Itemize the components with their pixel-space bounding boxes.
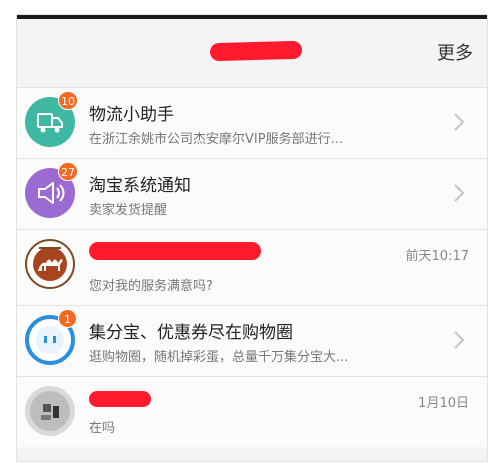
- conversation-title: 集分宝、优惠券尽在购物圈: [89, 323, 293, 343]
- redacted-shop-name: [89, 242, 261, 260]
- unread-badge: 1: [58, 309, 77, 328]
- chevron-right-icon: [454, 184, 465, 202]
- conversation-title: 物流小助手: [89, 105, 174, 125]
- chevron-right-icon: [454, 331, 465, 349]
- conversation-time: 1月10日: [418, 396, 469, 411]
- list-item-friend[interactable]: 1月10日 在吗: [17, 376, 487, 447]
- redacted-friend-name: [89, 391, 151, 407]
- status-strip: [17, 15, 487, 19]
- list-item-jifenbao[interactable]: 1 集分宝、优惠券尽在购物圈 逛购物圈，随机掉彩蛋，总量千万集分宝大...: [17, 305, 487, 376]
- more-button[interactable]: 更多: [437, 39, 473, 65]
- unread-badge: 10: [58, 91, 78, 110]
- conversation-title: 淘宝系统通知: [89, 176, 191, 196]
- list-item-system-notice[interactable]: 27 淘宝系统通知 卖家发货提醒: [17, 158, 487, 229]
- list-item-logistics[interactable]: 10 物流小助手 在浙江余姚市公司杰安摩尔VIP服务部进行...: [17, 87, 487, 158]
- user-photo-icon: [25, 386, 75, 436]
- conversation-preview: 卖家发货提醒: [89, 203, 168, 218]
- navigation-bar: 更多: [17, 15, 487, 87]
- message-list: 10 物流小助手 在浙江余姚市公司杰安摩尔VIP服务部进行... 27 淘宝系统…: [17, 87, 487, 447]
- conversation-time: 前天10:17: [405, 249, 469, 264]
- camel-logo-icon: [25, 239, 75, 289]
- conversation-preview: 您对我的服务满意吗?: [89, 279, 213, 294]
- list-item-shop[interactable]: 前天10:17 您对我的服务满意吗?: [17, 229, 487, 305]
- conversation-preview: 在吗: [89, 421, 116, 436]
- conversation-preview: 逛购物圈，随机掉彩蛋，总量千万集分宝大...: [89, 350, 349, 365]
- chevron-right-icon: [454, 113, 465, 131]
- phone-screen: 更多 10 物流小助手 在浙江余姚市公司杰安摩尔VIP服务部进行... 27 淘…: [16, 14, 488, 462]
- redacted-title: [209, 40, 303, 62]
- unread-badge: 27: [58, 162, 78, 181]
- conversation-preview: 在浙江余姚市公司杰安摩尔VIP服务部进行...: [89, 132, 343, 147]
